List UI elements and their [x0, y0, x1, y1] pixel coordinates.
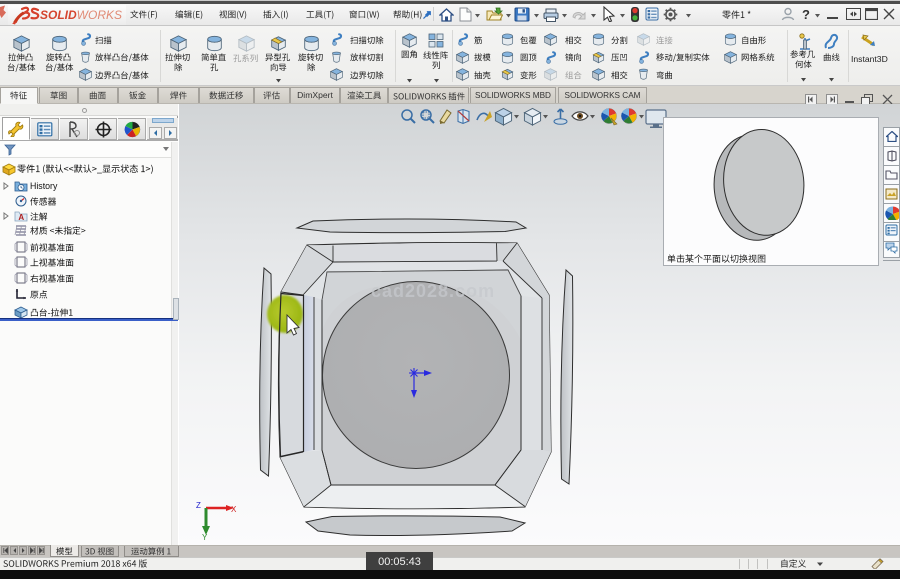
svg-text:Z: Z — [196, 501, 201, 510]
svg-text:Y: Y — [202, 533, 208, 542]
svg-text:X: X — [231, 505, 237, 514]
svg-text:A: A — [18, 213, 24, 222]
